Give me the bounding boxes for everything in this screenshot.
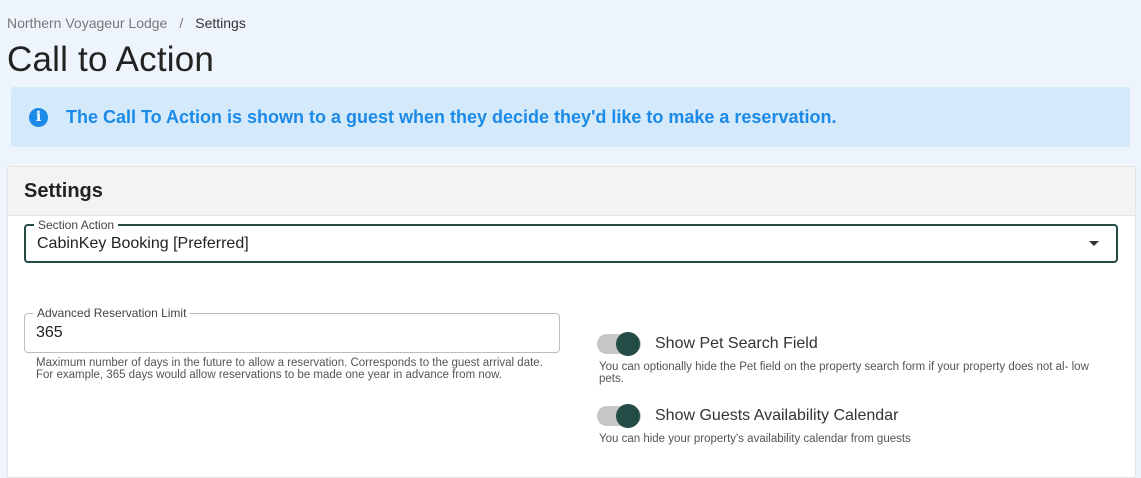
pet-search-toggle-label: Show Pet Search Field (655, 335, 818, 352)
reservation-limit-help: Maximum number of days in the future to … (36, 357, 543, 381)
pet-search-toggle[interactable] (597, 332, 641, 356)
section-action-select[interactable]: Section Action CabinKey Booking [Preferr… (24, 218, 1118, 263)
info-banner-text: The Call To Action is shown to a guest w… (66, 106, 837, 127)
dropdown-arrow-icon[interactable] (1089, 241, 1099, 246)
breadcrumb-link-lodge[interactable]: Northern Voyageur Lodge (7, 15, 167, 31)
pet-search-toggle-row: Show Pet Search Field (597, 332, 818, 356)
breadcrumb-current: Settings (195, 15, 246, 31)
info-banner: i The Call To Action is shown to a guest… (11, 87, 1130, 147)
breadcrumb: Northern Voyageur Lodge / Settings (7, 15, 246, 31)
reservation-limit-label: Advanced Reservation Limit (33, 306, 191, 320)
reservation-limit-input[interactable]: Advanced Reservation Limit 365 (24, 306, 560, 353)
pet-search-help: You can optionally hide the Pet field on… (599, 361, 1089, 385)
toggle-knob (616, 404, 640, 428)
availability-calendar-help: You can hide your property's availabilit… (599, 433, 911, 445)
availability-calendar-toggle[interactable] (597, 404, 641, 428)
info-icon: i (29, 107, 48, 127)
reservation-limit-value[interactable]: 365 (36, 324, 63, 342)
availability-calendar-toggle-row: Show Guests Availability Calendar (597, 404, 899, 428)
settings-card-title: Settings (24, 179, 103, 202)
settings-card: Settings Section Action CabinKey Booking… (7, 166, 1136, 478)
toggle-knob (616, 332, 640, 356)
section-action-value: CabinKey Booking [Preferred] (37, 235, 249, 252)
settings-card-header: Settings (8, 167, 1135, 216)
breadcrumb-separator: / (179, 15, 184, 31)
availability-calendar-toggle-label: Show Guests Availability Calendar (655, 407, 899, 424)
section-action-label: Section Action (34, 218, 119, 232)
page-title: Call to Action (7, 40, 215, 79)
